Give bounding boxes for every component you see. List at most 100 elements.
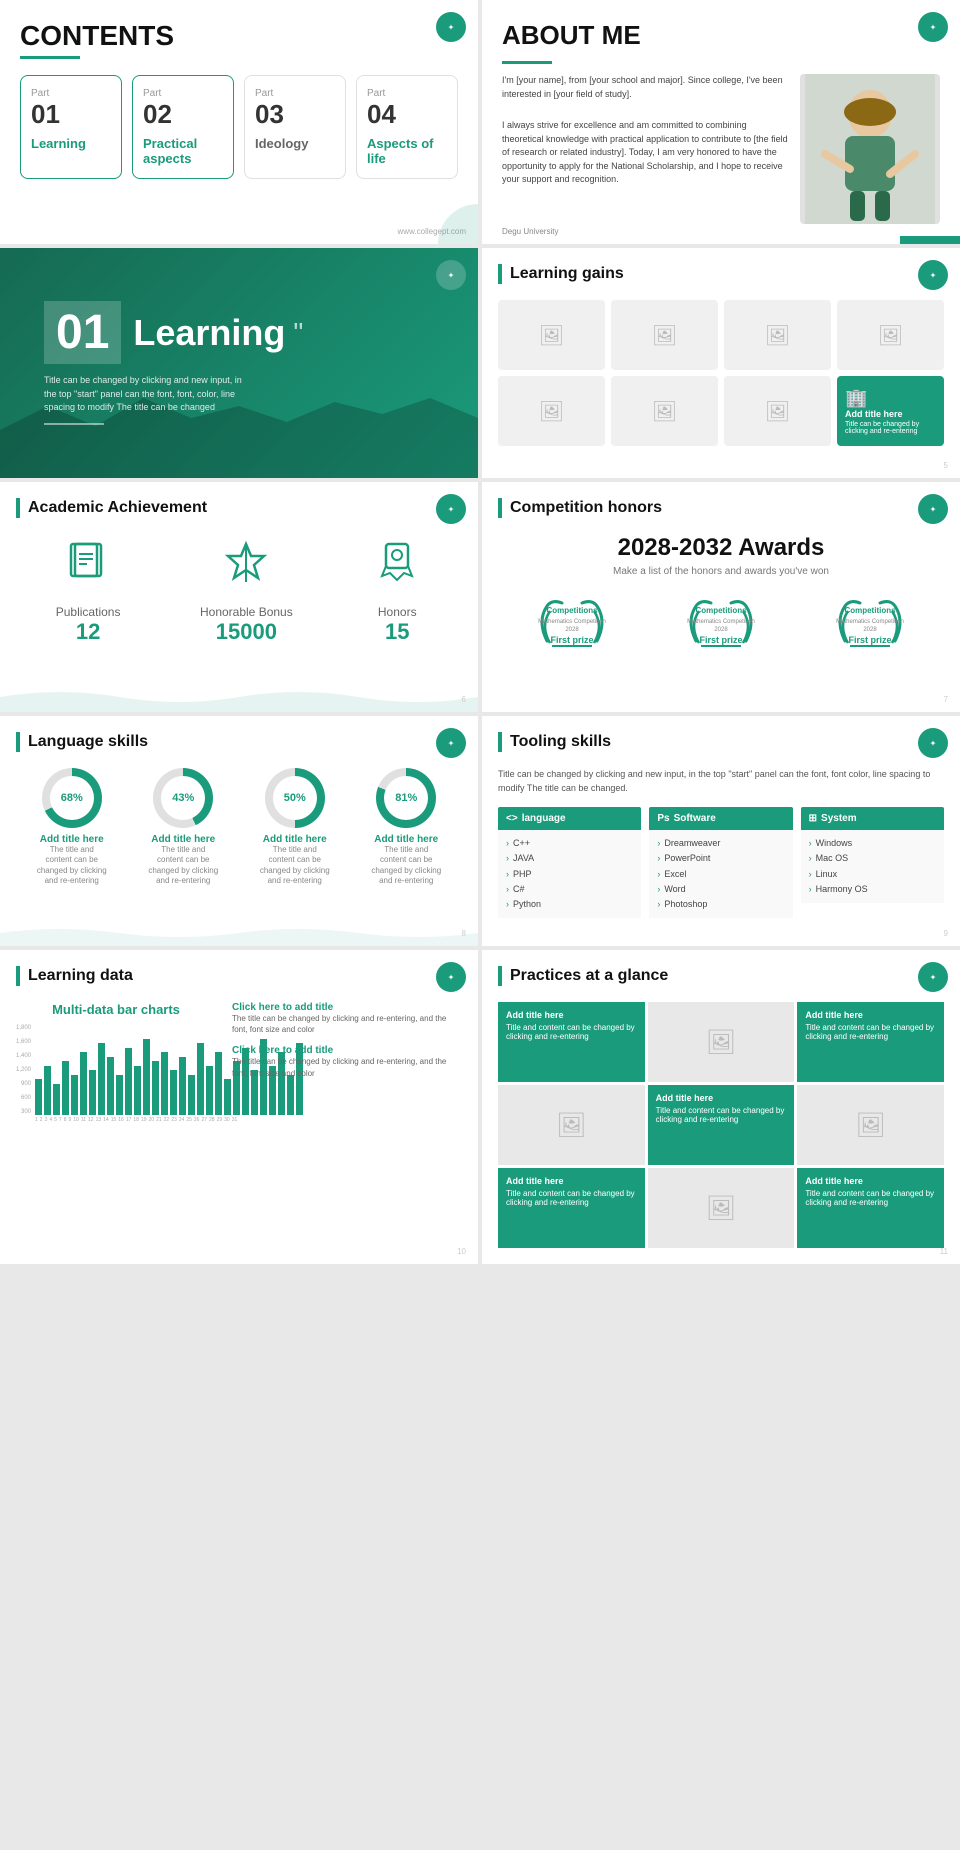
practice-cell-2[interactable]: Add title here Title and content can be … [797, 1002, 944, 1082]
practices-accent [498, 966, 502, 986]
x-labels: 1234578910111213141516171819202122232425… [35, 1117, 303, 1123]
slide-num-6: 6 [462, 695, 466, 704]
logo-about: ✦ [918, 12, 948, 42]
data-accent [16, 966, 20, 986]
sys-harmony: Harmony OS [809, 882, 936, 897]
practices-top-row: Add title here Title and content can be … [498, 1002, 944, 1082]
wreath-icon-3: Competitions Mathematics Competition 202… [815, 591, 925, 666]
data-item-1-title[interactable]: Click here to add title [232, 1002, 462, 1013]
bar-5 [71, 1075, 78, 1116]
practices-title: Practices at a glance [510, 967, 668, 985]
data-item-2-title[interactable]: Click here to add title [232, 1045, 462, 1056]
part-card-03[interactable]: Part 03 Ideology [244, 75, 346, 179]
wave-deco [0, 682, 478, 712]
circle-50: 50% [265, 768, 325, 828]
svg-text:First prize: First prize [848, 635, 891, 645]
university: Degu University [502, 227, 558, 236]
honors-label: Honors [372, 605, 422, 619]
practices-bottom-row: 🖼 Add title here Title and content can b… [498, 1085, 944, 1165]
bar-7 [89, 1070, 96, 1115]
practice-img-3: 🖼 [797, 1085, 944, 1165]
bar-9 [107, 1057, 114, 1116]
circle-68: 68% [42, 768, 102, 828]
about-content: I'm [your name], from [your school and m… [502, 74, 940, 224]
practice-img-4: 🖼 [648, 1168, 795, 1248]
bonus-value: 15000 [200, 619, 293, 645]
sw-pp: PowerPoint [657, 851, 784, 866]
logo-gains: ✦ [918, 260, 948, 290]
img-8-add[interactable]: 🏢 Add title here Title can be changed by… [837, 376, 944, 446]
svg-text:Competitions: Competitions [844, 606, 896, 615]
sw-col-header: Ps Software [649, 807, 792, 830]
learning-title: Learning [133, 312, 285, 354]
skill-43: 43% Add title here The title and content… [148, 768, 218, 887]
bar-16 [170, 1070, 177, 1115]
comp-year: 2028-2032 Awards [498, 534, 944, 562]
tools-title: Tooling skills [510, 733, 611, 751]
system-icon: ⊞ [809, 813, 817, 824]
slide-tools: ✦ Tooling skills Title can be changed by… [482, 716, 960, 946]
learning-content: 01 Learning " Title can be changed by cl… [24, 281, 454, 445]
chart-title: Multi-data bar charts [16, 1002, 216, 1017]
wreath-icon-1: Competitions Mathematics Competition 202… [517, 591, 627, 671]
practice-cell-5[interactable]: Add title here Title and content can be … [797, 1168, 944, 1248]
bar-12 [134, 1066, 141, 1116]
logo-academic: ✦ [436, 494, 466, 524]
award-3: Competitions Mathematics Competition 202… [815, 591, 925, 671]
bar-chart-container: Multi-data bar charts 1,8001,6001,4001,2… [16, 1002, 216, 1123]
practice-cell-4[interactable]: Add title here Title and content can be … [498, 1168, 645, 1248]
gains-title: Learning gains [510, 265, 624, 283]
practices-extra-row: Add title here Title and content can be … [498, 1168, 944, 1248]
lang-col-header: <> language [498, 807, 641, 830]
slide-num-11: 11 [940, 1247, 948, 1256]
lang-cpp: C++ [506, 836, 633, 851]
honors-value: 15 [372, 619, 422, 645]
svg-text:First prize: First prize [551, 635, 594, 645]
academic-title: Academic Achievement [28, 499, 207, 517]
tools-table: <> language C++ JAVA PHP C# Python Ps So… [498, 807, 944, 918]
about-text1: I'm [your name], from [your school and m… [502, 74, 790, 101]
slide-learning-gains: ✦ Learning gains 🖼 🖼 🖼 🖼 🖼 🖼 🖼 🏢 Add tit… [482, 248, 960, 478]
slide-competition: ✦ Competition honors 2028-2032 Awards Ma… [482, 482, 960, 712]
bar-14 [152, 1061, 159, 1115]
publications-label: Publications [56, 605, 121, 619]
logo-tools: ✦ [918, 728, 948, 758]
publications-value: 12 [56, 619, 121, 645]
learning-quote: " [293, 317, 303, 349]
img-4: 🖼 [837, 300, 944, 370]
practice-cell-1[interactable]: Add title here Title and content can be … [498, 1002, 645, 1082]
about-image [800, 74, 940, 224]
publications-icon [56, 538, 121, 597]
tool-col-software: Ps Software Dreamweaver PowerPoint Excel… [649, 807, 792, 918]
sys-linux: Linux [809, 867, 936, 882]
data-item-1: Click here to add title The title can be… [232, 1002, 462, 1035]
slide-num-9: 9 [944, 929, 948, 938]
logo-practices: ✦ [918, 962, 948, 992]
bonus-label: Honorable Bonus [200, 605, 293, 619]
part-card-04[interactable]: Part 04 Aspects of life [356, 75, 458, 179]
img-5: 🖼 [498, 376, 605, 446]
lang-php: PHP [506, 867, 633, 882]
awards-row: Competitions Mathematics Competition 202… [498, 591, 944, 671]
part-card-02[interactable]: Part 02 Practical aspects [132, 75, 234, 179]
img-1: 🖼 [498, 300, 605, 370]
skill-circles: 68% Add title here The title and content… [16, 768, 462, 887]
slide-learning: ✦ 01 Learning " Title can be changed by … [0, 248, 478, 478]
sw-excel: Excel [657, 867, 784, 882]
practice-cell-3[interactable]: Add title here Title and content can be … [648, 1085, 795, 1165]
lang-list: C++ JAVA PHP C# Python [498, 830, 641, 918]
ps-icon: Ps [657, 813, 669, 824]
sys-list: Windows Mac OS Linux Harmony OS [801, 830, 944, 903]
part-card-01[interactable]: Part 01 Learning [20, 75, 122, 179]
logo-top-right: ✦ [436, 12, 466, 42]
slide-practices: ✦ Practices at a glance Add title here T… [482, 950, 960, 1264]
bar-18 [188, 1075, 195, 1116]
logo-comp: ✦ [918, 494, 948, 524]
sw-word: Word [657, 882, 784, 897]
svg-text:Mathematics Competition: Mathematics Competition [687, 619, 755, 625]
lang-title: Language skills [28, 733, 148, 751]
comp-title: Competition honors [510, 499, 662, 517]
comp-accent [498, 498, 502, 518]
sw-ps: Photoshop [657, 897, 784, 912]
stat-publications: Publications 12 [56, 538, 121, 645]
